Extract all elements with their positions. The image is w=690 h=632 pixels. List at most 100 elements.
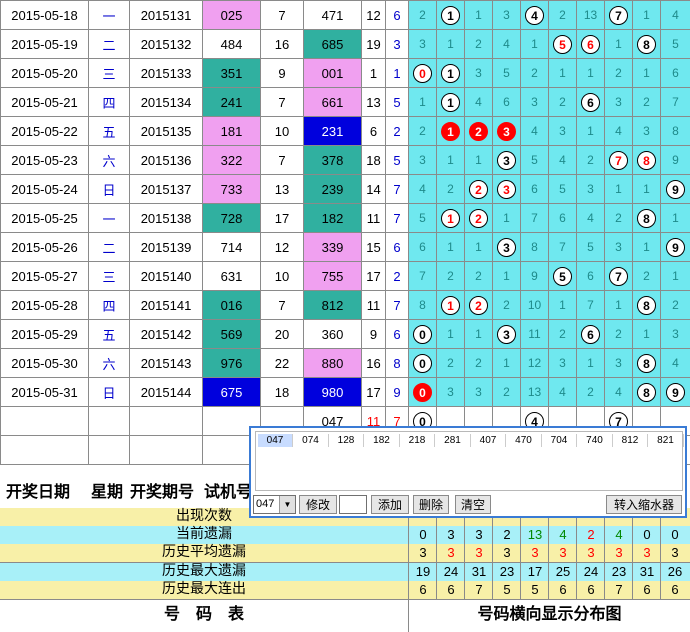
empty-cell <box>1 407 89 436</box>
number-ball: 6 <box>581 325 600 344</box>
delete-button[interactable]: 删除 <box>413 495 449 514</box>
stats-value: 5 <box>492 581 521 599</box>
draw-date: 2015-05-31 <box>1 378 89 407</box>
draw-date: 2015-05-20 <box>1 59 89 88</box>
winning-number: 661 <box>304 88 362 117</box>
stats-value: 2 <box>576 526 605 544</box>
draw-date: 2015-05-24 <box>1 175 89 204</box>
stats-value: 31 <box>632 563 661 581</box>
clear-button[interactable]: 清空 <box>455 495 491 514</box>
trial-number: 025 <box>203 1 261 30</box>
number-list[interactable]: 047074128182218281407470704740812821 <box>255 431 683 491</box>
number-ball: 1 <box>441 209 460 228</box>
distribution-cell: 2 <box>605 204 633 233</box>
stats-value: 5 <box>520 581 549 599</box>
distribution-cell: 3 <box>549 117 577 146</box>
distribution-cell: 3 <box>521 88 549 117</box>
number-chip[interactable]: 128 <box>329 434 364 447</box>
number-input[interactable] <box>339 495 367 514</box>
number-ball: 6 <box>581 35 600 54</box>
issue-number: 2015133 <box>130 59 203 88</box>
number-ball: 2 <box>469 180 488 199</box>
header-weekday: 星期 <box>91 478 123 508</box>
distribution-cell: 8 <box>633 204 661 233</box>
number-chip[interactable]: 812 <box>613 434 648 447</box>
stats-value: 19 <box>408 563 437 581</box>
table-row: 2015-05-24日2015137733132391474223653119 <box>1 175 690 204</box>
number-ball: 8 <box>637 151 656 170</box>
empty-cell <box>130 407 203 436</box>
distribution-cell: 3 <box>493 175 521 204</box>
number-chip[interactable]: 047 <box>258 434 293 447</box>
distribution-cell: 3 <box>661 320 690 349</box>
distribution-cell: 4 <box>521 117 549 146</box>
header-issue: 开奖期号 <box>130 478 194 508</box>
distribution-cell: 2 <box>465 30 493 59</box>
distribution-cell: 5 <box>661 30 690 59</box>
winning-number: 755 <box>304 262 362 291</box>
number-chip[interactable]: 740 <box>578 434 613 447</box>
table-row: 2015-05-27三2015140631107551727221956721 <box>1 262 690 291</box>
span-value: 14 <box>362 175 386 204</box>
trial-sum: 7 <box>261 88 304 117</box>
tail-value: 2 <box>386 117 409 146</box>
number-chip[interactable]: 074 <box>294 434 329 447</box>
winning-number: 001 <box>304 59 362 88</box>
distribution-cell: 3 <box>493 117 521 146</box>
span-value: 16 <box>362 349 386 378</box>
number-ball: 2 <box>469 209 488 228</box>
number-chip[interactable]: 470 <box>507 434 542 447</box>
number-chip[interactable]: 182 <box>365 434 400 447</box>
number-chip[interactable]: 704 <box>542 434 577 447</box>
distribution-cell: 6 <box>577 88 605 117</box>
stats-value: 0 <box>408 526 437 544</box>
tail-value: 7 <box>386 175 409 204</box>
transfer-to-filter-button[interactable]: 转入缩水器 <box>606 495 682 514</box>
issue-number: 2015136 <box>130 146 203 175</box>
number-ball: 3 <box>497 122 516 141</box>
draw-date: 2015-05-19 <box>1 30 89 59</box>
draw-date: 2015-05-29 <box>1 320 89 349</box>
number-ball: 9 <box>666 180 685 199</box>
span-value: 11 <box>362 204 386 233</box>
add-button[interactable]: 添加 <box>371 495 409 514</box>
distribution-cell: 13 <box>577 1 605 30</box>
number-select[interactable]: 047 ▼ <box>253 495 296 514</box>
distribution-cell: 1 <box>437 30 465 59</box>
trial-number: 976 <box>203 349 261 378</box>
tail-value: 6 <box>386 1 409 30</box>
distribution-cell: 2 <box>577 378 605 407</box>
weekday: 一 <box>89 204 130 233</box>
number-ball: 1 <box>441 296 460 315</box>
trial-sum: 7 <box>261 146 304 175</box>
distribution-cell: 2 <box>465 291 493 320</box>
number-chip[interactable]: 821 <box>649 434 684 447</box>
weekday: 六 <box>89 349 130 378</box>
chevron-down-icon[interactable]: ▼ <box>279 496 295 513</box>
number-chip[interactable]: 281 <box>436 434 471 447</box>
trial-sum: 17 <box>261 204 304 233</box>
modify-button[interactable]: 修改 <box>299 495 337 514</box>
header-date: 开奖日期 <box>6 478 70 508</box>
distribution-cell: 3 <box>409 146 437 175</box>
trial-number: 181 <box>203 117 261 146</box>
stats-value: 7 <box>464 581 493 599</box>
number-ball: 8 <box>637 354 656 373</box>
trial-number: 351 <box>203 59 261 88</box>
distribution-cell: 2 <box>661 291 690 320</box>
distribution-cell: 2 <box>549 1 577 30</box>
weekday: 五 <box>89 117 130 146</box>
stats-value: 3 <box>436 544 465 562</box>
trial-number: 322 <box>203 146 261 175</box>
table-row: 2015-05-28四2015141016781211781221017182 <box>1 291 690 320</box>
table-row: 2015-05-18一2015131025747112621134213714 <box>1 1 690 30</box>
distribution-cell: 1 <box>465 233 493 262</box>
stats-values: 03321342400 <box>408 526 690 545</box>
footer: 号 码 表 号码横向显示分布图 <box>0 599 690 632</box>
distribution-cell: 9 <box>661 146 690 175</box>
number-chip[interactable]: 218 <box>400 434 435 447</box>
distribution-cell: 1 <box>633 59 661 88</box>
distribution-cell: 1 <box>437 233 465 262</box>
number-chip[interactable]: 407 <box>471 434 506 447</box>
distribution-cell: 4 <box>465 88 493 117</box>
